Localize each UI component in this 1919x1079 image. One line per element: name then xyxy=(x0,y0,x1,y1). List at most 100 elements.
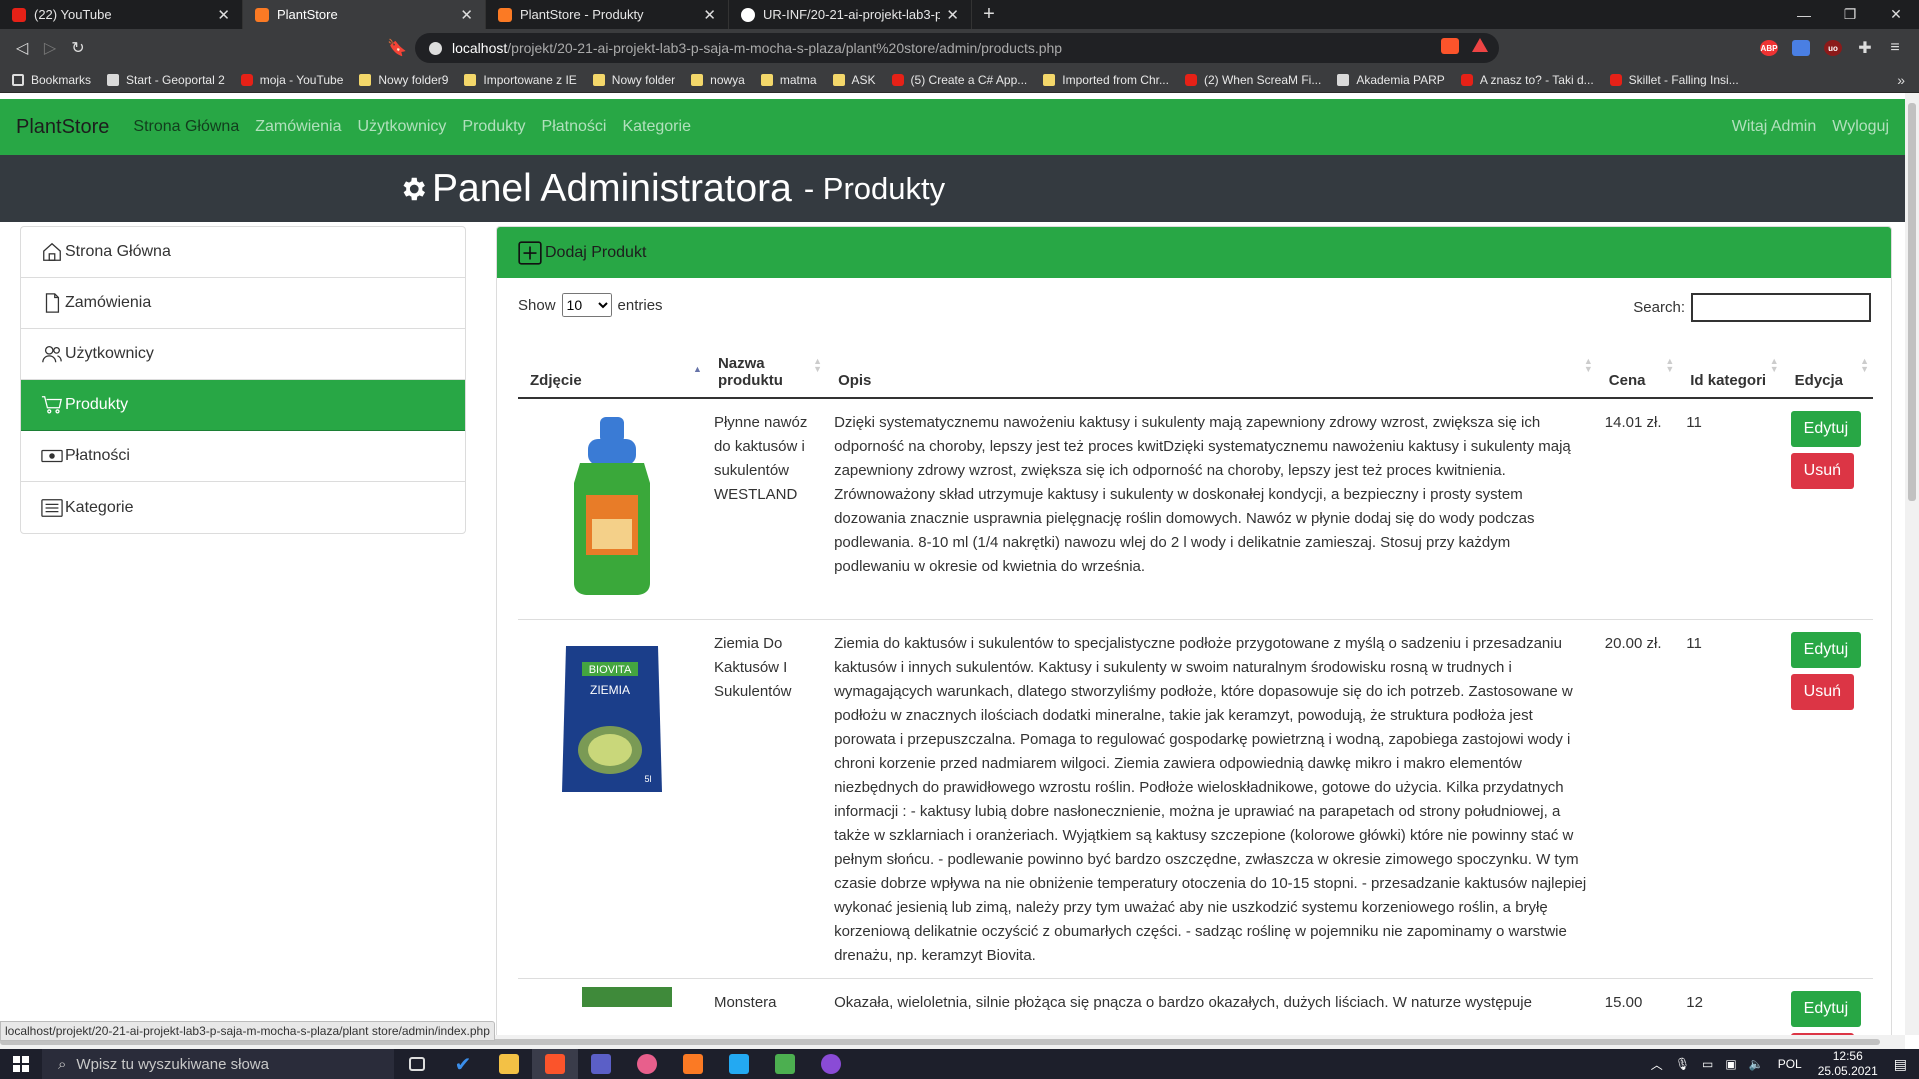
folder-icon xyxy=(691,73,704,86)
reload-button[interactable]: ↻ xyxy=(65,35,91,61)
bookmark-item[interactable]: Skillet - Falling Insi... xyxy=(1609,73,1739,87)
edit-button[interactable]: Edytuj xyxy=(1790,632,1862,668)
column-header[interactable]: Cena ▲ ▼ xyxy=(1596,328,1679,399)
column-header[interactable]: Edycja ▲ ▼ xyxy=(1782,328,1873,399)
nav-link[interactable]: Zamówienia xyxy=(255,118,341,136)
page-length-select[interactable]: 10 xyxy=(561,293,612,317)
chevron-up-icon[interactable]: ︿ xyxy=(1651,1056,1663,1073)
bookmark-item[interactable]: nowya xyxy=(691,73,745,87)
close-tab-icon[interactable]: ✕ xyxy=(946,6,959,24)
nav-link[interactable]: Kategorie xyxy=(622,118,691,136)
teams-icon[interactable] xyxy=(578,1049,624,1079)
bookmark-item[interactable]: Imported from Chr... xyxy=(1043,73,1169,87)
column-header[interactable]: Opis ▲ ▼ xyxy=(826,328,1597,399)
logout-link[interactable]: Wyloguj xyxy=(1832,118,1889,136)
column-header[interactable]: Id kategori ▲ ▼ xyxy=(1678,328,1783,399)
close-tab-icon[interactable]: ✕ xyxy=(460,6,473,24)
sidebar-item[interactable]: Produkty xyxy=(21,380,465,431)
search-input[interactable] xyxy=(1691,293,1871,322)
battery-icon[interactable]: ▭ xyxy=(1702,1057,1713,1071)
new-tab-button[interactable]: + xyxy=(972,0,1006,29)
scrollbar-thumb[interactable] xyxy=(1908,103,1916,501)
brave-browser-icon[interactable] xyxy=(532,1049,578,1079)
ublock-icon[interactable]: uo xyxy=(1824,40,1842,56)
sidebar-item[interactable]: Kategorie xyxy=(21,482,465,533)
bookmark-item[interactable]: Bookmarks xyxy=(12,73,91,87)
sidebar-item[interactable]: Płatności xyxy=(21,431,465,482)
bookmark-item[interactable]: Nowy folder xyxy=(592,73,675,87)
windows-start-button[interactable] xyxy=(0,1049,42,1079)
bookmark-item[interactable]: Nowy folder9 xyxy=(359,73,448,87)
close-tab-icon[interactable]: ✕ xyxy=(217,6,230,24)
network-icon[interactable]: ▣ xyxy=(1725,1057,1736,1071)
column-header[interactable]: Zdjęcie ▲ xyxy=(518,328,706,399)
nav-link[interactable]: Płatności xyxy=(542,118,607,136)
bookmark-item[interactable]: A znasz to? - Taki d... xyxy=(1460,73,1594,87)
microphone-icon[interactable]: 🎙 xyxy=(1675,1057,1690,1071)
translate-icon[interactable] xyxy=(1792,40,1810,56)
welcome-admin-link[interactable]: Witaj Admin xyxy=(1732,118,1816,136)
more-bookmarks-icon[interactable]: » xyxy=(1897,72,1905,88)
github-desktop-icon[interactable] xyxy=(808,1049,854,1079)
messenger-icon[interactable] xyxy=(624,1049,670,1079)
product-category-cell: 11 xyxy=(1678,619,1783,979)
close-tab-icon[interactable]: ✕ xyxy=(703,6,716,24)
browser-tab-active[interactable]: PlantStore ✕ xyxy=(243,0,486,29)
nav-link[interactable]: Produkty xyxy=(462,118,525,136)
extensions-icon[interactable]: ✚ xyxy=(1856,40,1874,57)
bookmark-item[interactable]: ASK xyxy=(832,73,876,87)
bookmark-item[interactable]: (2) When ScreaM Fi... xyxy=(1184,73,1321,87)
address-bar[interactable]: localhost/projekt/20-21-ai-projekt-lab3-… xyxy=(415,33,1499,63)
minimize-button[interactable]: — xyxy=(1781,0,1827,29)
volume-icon[interactable]: 🔈 xyxy=(1749,1057,1764,1071)
add-product-button[interactable]: Dodaj Produkt xyxy=(497,227,1891,278)
brave-shield-icon[interactable] xyxy=(1441,38,1459,54)
restore-button[interactable]: ❐ xyxy=(1827,0,1873,29)
menu-icon[interactable]: ≡ xyxy=(1886,39,1904,56)
sidebar-item[interactable]: Strona Główna xyxy=(21,227,465,278)
brave-rewards-icon[interactable] xyxy=(1472,38,1488,52)
sidebar-item[interactable]: Użytkownicy xyxy=(21,329,465,380)
column-header[interactable]: Nazwa produktu ▲ ▼ xyxy=(705,328,827,399)
sort-icon: ▲ ▼ xyxy=(1583,356,1593,374)
site-navbar: PlantStore Strona Główna Zamówienia Użytko… xyxy=(0,99,1905,155)
product-image-cell: BIOVITA ZIEMIA 5l xyxy=(518,619,706,979)
nav-link[interactable]: Użytkownicy xyxy=(358,118,447,136)
bookmark-item[interactable]: moja - YouTube xyxy=(240,73,343,87)
browser-tab[interactable]: UR-INF/20-21-ai-projekt-lab3-p-saja- ✕ xyxy=(729,0,972,29)
bookmark-item[interactable]: (5) Create a C# App... xyxy=(891,73,1027,87)
edit-button[interactable]: Edytuj xyxy=(1790,411,1862,447)
bookmark-item[interactable]: Start - Geoportal 2 xyxy=(107,73,225,87)
delete-button[interactable]: Usuń xyxy=(1790,674,1855,710)
site-brand[interactable]: PlantStore xyxy=(16,116,109,139)
spreadsheet-icon[interactable] xyxy=(762,1049,808,1079)
search-icon: ⌕ xyxy=(58,1055,67,1073)
nav-link[interactable]: Strona Główna xyxy=(133,118,239,136)
todo-icon[interactable]: ✔ xyxy=(440,1049,486,1079)
close-window-button[interactable]: ✕ xyxy=(1873,0,1919,29)
bookmark-icon xyxy=(107,73,120,86)
forward-button[interactable]: ▷ xyxy=(37,35,63,61)
browser-tab[interactable]: (22) YouTube ✕ xyxy=(0,0,243,29)
browser-tab[interactable]: PlantStore - Produkty ✕ xyxy=(486,0,729,29)
notifications-icon[interactable]: ▤ xyxy=(1894,1056,1907,1073)
bookmark-item[interactable]: Akademia PARP xyxy=(1337,73,1445,87)
taskbar-search-box[interactable]: ⌕ Wpisz tu wyszukiwane słowa xyxy=(42,1049,394,1079)
vertical-scrollbar[interactable] xyxy=(1905,93,1919,1035)
bookmark-item[interactable]: matma xyxy=(760,73,817,87)
bookmarks-bar: Bookmarks Start - Geoportal 2 moja - YouTu… xyxy=(0,67,1919,93)
back-button[interactable]: ◁ xyxy=(9,35,35,61)
file-explorer-icon[interactable] xyxy=(486,1049,532,1079)
status-bar-url: localhost/projekt/20-21-ai-projekt-lab3-… xyxy=(0,1021,495,1041)
delete-button[interactable]: Usuń xyxy=(1790,453,1855,489)
sidebar-item[interactable]: Zamówienia xyxy=(21,278,465,329)
adblock-icon[interactable]: ABP xyxy=(1760,40,1778,56)
bookmark-item[interactable]: Importowane z IE xyxy=(464,73,577,87)
vscode-icon[interactable] xyxy=(716,1049,762,1079)
language-indicator[interactable]: POL xyxy=(1778,1057,1802,1071)
clock[interactable]: 12:56 25.05.2021 xyxy=(1818,1049,1878,1079)
xampp-icon[interactable] xyxy=(670,1049,716,1079)
edit-button[interactable]: Edytuj xyxy=(1790,991,1862,1027)
bookmark-icon[interactable]: 🔖 xyxy=(384,35,410,61)
task-view-icon[interactable] xyxy=(394,1049,440,1079)
